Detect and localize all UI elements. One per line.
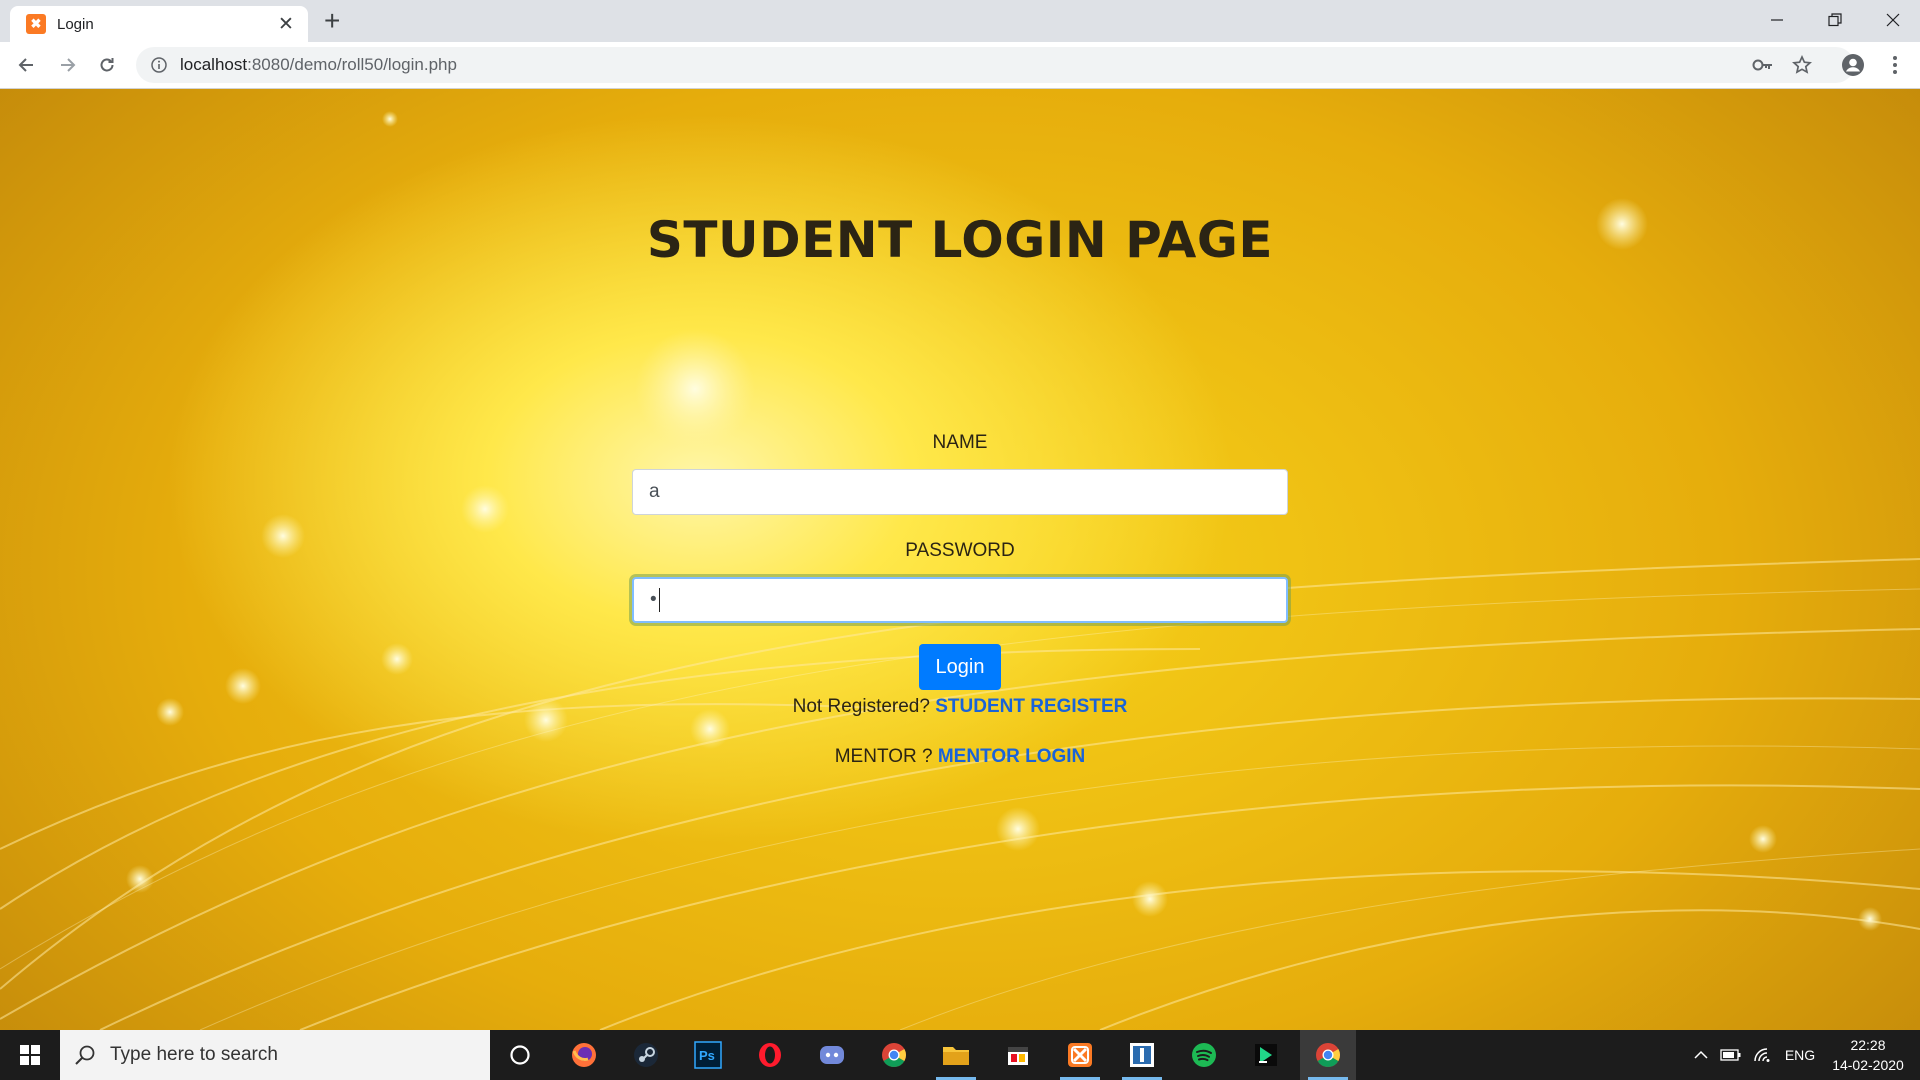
- url-path: :8080/demo/roll50/login.php: [247, 55, 457, 74]
- restore-icon: [1828, 13, 1842, 27]
- search-placeholder: Type here to search: [110, 1044, 278, 1065]
- clock-time: 22:28: [1850, 1037, 1886, 1053]
- back-arrow-icon: [18, 58, 33, 72]
- close-tab-icon[interactable]: ✕: [272, 13, 300, 36]
- mentor-login-link[interactable]: MENTOR LOGIN: [938, 746, 1085, 767]
- svg-text:Ps: Ps: [699, 1048, 715, 1063]
- opera-icon[interactable]: [742, 1030, 798, 1080]
- close-icon: [1886, 13, 1900, 27]
- clock[interactable]: 22:28 14-02-2020: [1826, 1035, 1910, 1075]
- page-title: STUDENT LOGIN PAGE: [646, 211, 1274, 269]
- taskbar-search-box[interactable]: Type here to search: [60, 1030, 490, 1080]
- calendar-app-icon[interactable]: [990, 1030, 1046, 1080]
- text-caret: [658, 588, 660, 612]
- register-prompt: Not Registered?: [792, 696, 930, 717]
- search-icon: [75, 1045, 95, 1065]
- back-button[interactable]: [12, 50, 42, 80]
- start-button[interactable]: [0, 1030, 60, 1080]
- login-button[interactable]: Login: [919, 644, 1001, 690]
- reload-icon: [100, 58, 114, 72]
- jetbrains-icon[interactable]: [1238, 1030, 1294, 1080]
- chrome-active-icon[interactable]: [1300, 1030, 1356, 1080]
- name-input[interactable]: a: [632, 469, 1288, 515]
- discord-icon[interactable]: [804, 1030, 860, 1080]
- key-icon[interactable]: [1748, 50, 1778, 80]
- restore-button[interactable]: [1806, 0, 1864, 40]
- forward-button[interactable]: [52, 50, 82, 80]
- battery-icon[interactable]: [1716, 1030, 1746, 1080]
- student-register-link[interactable]: STUDENT REGISTER: [935, 696, 1127, 717]
- photoshop-icon[interactable]: Ps: [680, 1030, 736, 1080]
- url-host: localhost: [180, 55, 248, 74]
- password-input[interactable]: •: [632, 577, 1288, 623]
- password-label: PASSWORD: [905, 540, 1015, 561]
- steam-icon[interactable]: [618, 1030, 674, 1080]
- language-indicator[interactable]: ENG: [1780, 1030, 1820, 1080]
- address-bar[interactable]: localhost:8080/demo/roll50/login.php: [136, 47, 1854, 83]
- password-input-value: •: [650, 589, 657, 610]
- clock-date: 14-02-2020: [1832, 1057, 1904, 1073]
- mentor-line: MENTOR ? MENTOR LOGIN: [0, 746, 1920, 768]
- xampp-icon: ✖: [26, 14, 46, 34]
- info-icon[interactable]: [150, 56, 168, 74]
- tab-title: Login: [57, 15, 94, 33]
- xampp-icon[interactable]: [1052, 1030, 1108, 1080]
- chevron-up-icon[interactable]: [1688, 1030, 1714, 1080]
- browser-tab[interactable]: ✖ Login ✕: [10, 6, 308, 42]
- minimize-icon: [1771, 19, 1783, 21]
- firefox-icon[interactable]: [556, 1030, 612, 1080]
- profile-icon[interactable]: [1838, 50, 1868, 80]
- new-tab-button[interactable]: +: [324, 6, 340, 36]
- windows-logo-icon: [20, 1045, 40, 1065]
- reload-button[interactable]: [92, 50, 122, 80]
- forward-arrow-icon: [61, 58, 76, 72]
- spotify-icon[interactable]: [1176, 1030, 1232, 1080]
- login-page: STUDENT LOGIN PAGE NAME a PASSWORD • Log…: [0, 89, 1920, 1030]
- bookmark-star-icon[interactable]: [1787, 50, 1817, 80]
- wifi-icon[interactable]: [1748, 1030, 1778, 1080]
- file-explorer-icon[interactable]: [928, 1030, 984, 1080]
- url-text: localhost:8080/demo/roll50/login.php: [180, 55, 457, 75]
- mentor-prompt: MENTOR ?: [834, 746, 933, 767]
- cortana-icon[interactable]: [492, 1030, 548, 1080]
- browser-tab-bar: ✖ Login ✕ +: [0, 0, 1920, 42]
- name-input-value: a: [649, 481, 660, 502]
- menu-kebab-icon[interactable]: [1880, 50, 1910, 80]
- browser-toolbar: localhost:8080/demo/roll50/login.php: [0, 42, 1920, 89]
- editor-icon[interactable]: [1114, 1030, 1170, 1080]
- minimize-button[interactable]: [1748, 0, 1806, 40]
- name-label: NAME: [932, 432, 988, 453]
- chrome-icon[interactable]: [866, 1030, 922, 1080]
- taskbar: Type here to search Ps ENG 22:28 14-02-2…: [0, 1030, 1920, 1080]
- register-line: Not Registered? STUDENT REGISTER: [0, 696, 1920, 718]
- close-window-button[interactable]: [1864, 0, 1920, 40]
